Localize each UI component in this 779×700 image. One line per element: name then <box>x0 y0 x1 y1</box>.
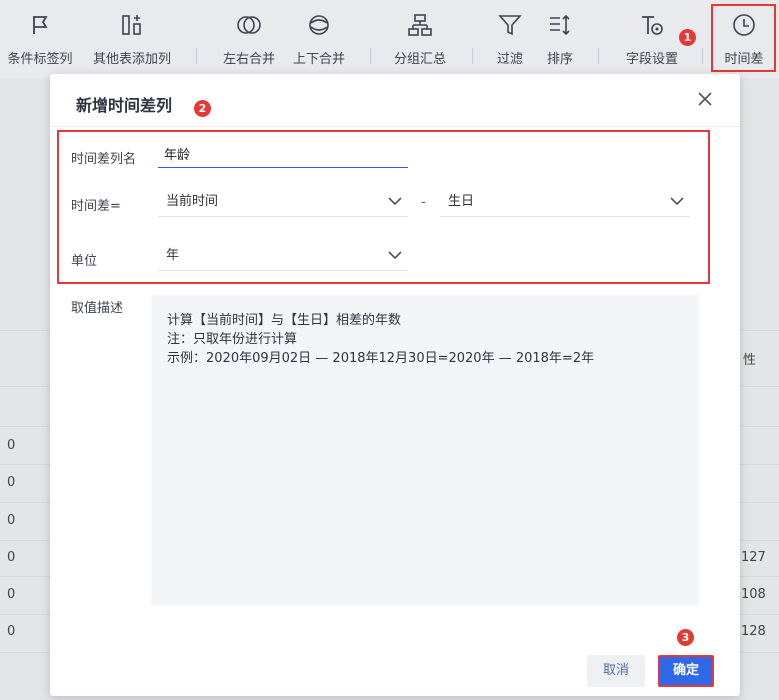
description-line: 计算【当前时间】与【生日】相差的年数 <box>167 313 402 328</box>
description-line: 注：只取年份进行计算 <box>167 332 298 347</box>
table-cell: 127 <box>741 550 766 565</box>
toolbar-divider <box>370 48 371 64</box>
field-settings-icon <box>642 16 663 35</box>
table-cell: 0 <box>7 624 16 639</box>
unit-select[interactable]: 年 <box>158 241 408 271</box>
group-summary-button[interactable]: 分组汇总 <box>384 0 456 78</box>
add-time-difference-dialog: 新增时间差列 2 时间差列名 年龄 时间差= 当前时间 - 生日 单位 年 取值… <box>50 74 740 696</box>
description-line: 示例：2020年09月02日 — 2018年12月30日=2020年 — 201… <box>167 351 595 366</box>
cancel-button[interactable]: 取消 <box>587 655 645 687</box>
column-name-label: 时间差列名 <box>71 152 137 167</box>
start-time-select[interactable]: 当前时间 <box>158 187 408 217</box>
table-cell: 0 <box>7 475 16 490</box>
toolbar-divider <box>598 48 599 64</box>
condition-tag-column-button[interactable]: 条件标签列 <box>0 0 80 78</box>
table-cell: 0 <box>7 587 16 602</box>
time-difference-label: 时间差= <box>71 199 121 214</box>
annotation-badge-2: 2 <box>194 100 211 117</box>
table-cell: 0 <box>7 550 16 565</box>
filter-button[interactable]: 过滤 <box>486 0 534 78</box>
description-label: 取值描述 <box>71 301 124 316</box>
table-cell: 0 <box>7 438 16 453</box>
minus-separator: - <box>421 195 426 210</box>
dialog-title: 新增时间差列 <box>76 96 173 115</box>
group-summary-icon <box>408 14 432 36</box>
sort-button[interactable]: 排序 <box>536 0 584 78</box>
toolbar: 条件标签列 其他表添加列 左右合并 上下合并 分组汇总 过滤 排序 字段设置 时… <box>0 0 779 78</box>
end-time-select[interactable]: 生日 <box>440 187 690 217</box>
annotation-badge-1: 1 <box>679 29 696 46</box>
annotation-badge-3: 3 <box>677 629 694 646</box>
merge-vertical-button[interactable]: 上下合并 <box>284 0 354 78</box>
column-header: 性 <box>743 353 757 368</box>
column-name-input[interactable]: 年龄 <box>158 144 408 168</box>
chevron-down-icon <box>670 197 684 206</box>
merge-vertical-icon <box>309 15 329 35</box>
description-box: 计算【当前时间】与【生日】相差的年数 注：只取年份进行计算 示例：2020年09… <box>151 295 699 605</box>
add-column-from-other-table-button[interactable]: 其他表添加列 <box>86 0 178 78</box>
flag-icon <box>33 16 48 34</box>
toolbar-divider <box>472 48 473 64</box>
time-difference-highlight <box>711 4 776 72</box>
chevron-down-icon <box>388 197 402 206</box>
chevron-down-icon <box>388 251 402 260</box>
table-cell: 0 <box>7 513 16 528</box>
toolbar-divider <box>702 48 703 64</box>
merge-horizontal-button[interactable]: 左右合并 <box>214 0 284 78</box>
add-column-icon <box>122 15 141 35</box>
unit-label: 单位 <box>71 254 98 269</box>
table-cell: 108 <box>741 587 766 602</box>
toolbar-divider <box>196 48 197 64</box>
table-cell: 128 <box>741 624 766 639</box>
confirm-button[interactable]: 确定 <box>658 655 714 687</box>
title-divider <box>50 126 740 127</box>
close-icon[interactable] <box>696 90 714 108</box>
filter-icon <box>498 15 522 36</box>
sort-icon <box>550 14 570 36</box>
merge-horizontal-icon <box>237 16 261 34</box>
